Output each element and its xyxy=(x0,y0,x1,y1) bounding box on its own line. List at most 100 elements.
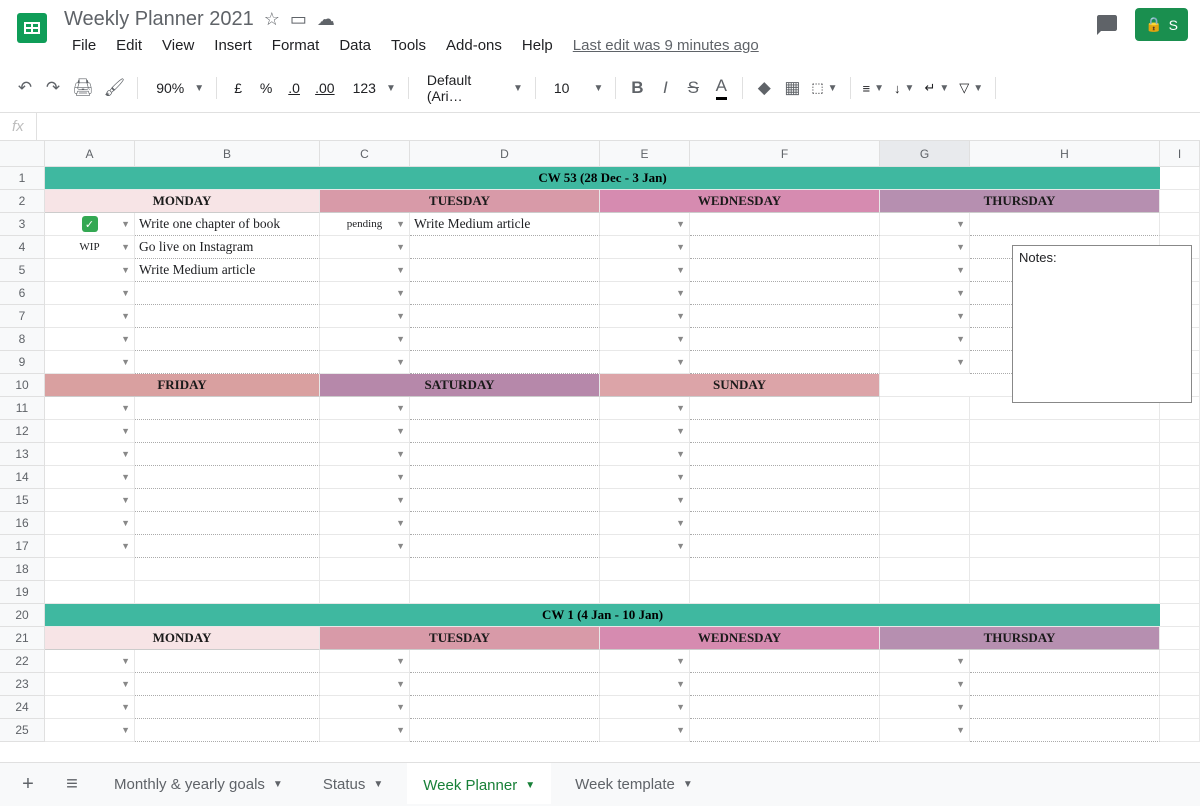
cell[interactable]: pending▼ xyxy=(320,213,410,236)
cell[interactable] xyxy=(970,650,1160,673)
cell[interactable] xyxy=(45,558,135,581)
cell[interactable]: ▼ xyxy=(600,328,690,351)
cell[interactable]: ▼ xyxy=(600,466,690,489)
cell[interactable]: ▼ xyxy=(600,443,690,466)
cell[interactable] xyxy=(600,581,690,604)
cell[interactable]: ▼ xyxy=(880,650,970,673)
cell[interactable] xyxy=(880,420,970,443)
cell[interactable] xyxy=(880,581,970,604)
row-header-21[interactable]: 21 xyxy=(0,627,44,650)
cell[interactable] xyxy=(135,489,320,512)
dropdown-icon[interactable]: ▼ xyxy=(396,219,405,229)
row-header-4[interactable]: 4 xyxy=(0,236,44,259)
dropdown-icon[interactable]: ▼ xyxy=(956,219,965,229)
cell[interactable]: MONDAY xyxy=(45,627,320,650)
cell[interactable]: ▼ xyxy=(45,535,135,558)
dropdown-icon[interactable]: ▼ xyxy=(676,311,685,321)
cell[interactable] xyxy=(970,466,1160,489)
cell[interactable]: ▼ xyxy=(45,443,135,466)
cell[interactable] xyxy=(410,719,600,742)
row-header-1[interactable]: 1 xyxy=(0,167,44,190)
dropdown-icon[interactable]: ▼ xyxy=(676,288,685,298)
dropdown-icon[interactable]: ▼ xyxy=(676,357,685,367)
dropdown-icon[interactable]: ▼ xyxy=(676,725,685,735)
cell[interactable]: ▼ xyxy=(880,305,970,328)
cell[interactable]: ▼ xyxy=(320,351,410,374)
col-header-G[interactable]: G xyxy=(880,141,970,166)
dropdown-icon[interactable]: ▼ xyxy=(956,656,965,666)
cell[interactable] xyxy=(410,236,600,259)
dropdown-icon[interactable]: ▼ xyxy=(676,449,685,459)
cell[interactable]: ▼ xyxy=(320,305,410,328)
cell[interactable]: ▼ xyxy=(880,719,970,742)
dropdown-icon[interactable]: ▼ xyxy=(956,725,965,735)
dropdown-icon[interactable]: ▼ xyxy=(956,679,965,689)
dropdown-icon[interactable]: ▼ xyxy=(121,357,130,367)
menu-view[interactable]: View xyxy=(154,33,202,58)
cell[interactable] xyxy=(135,305,320,328)
cell[interactable]: ▼ xyxy=(320,650,410,673)
dropdown-icon[interactable]: ▼ xyxy=(956,702,965,712)
menu-file[interactable]: File xyxy=(64,33,104,58)
dropdown-icon[interactable]: ▼ xyxy=(121,725,130,735)
cell[interactable]: ▼ xyxy=(45,512,135,535)
cell[interactable] xyxy=(135,351,320,374)
fill-color-button[interactable]: ◆ xyxy=(751,74,777,102)
cell[interactable] xyxy=(410,328,600,351)
row-header-22[interactable]: 22 xyxy=(0,650,44,673)
cell[interactable] xyxy=(690,397,880,420)
cell[interactable] xyxy=(690,558,880,581)
cell[interactable] xyxy=(690,535,880,558)
dropdown-icon[interactable]: ▼ xyxy=(676,541,685,551)
cell[interactable] xyxy=(880,466,970,489)
col-header-H[interactable]: H xyxy=(970,141,1160,166)
cell[interactable] xyxy=(410,489,600,512)
cell[interactable]: ▼ xyxy=(320,512,410,535)
percent-button[interactable]: % xyxy=(253,74,279,102)
cell[interactable]: Write Medium article xyxy=(410,213,600,236)
row-header-8[interactable]: 8 xyxy=(0,328,44,351)
row-header-9[interactable]: 9 xyxy=(0,351,44,374)
row-header-14[interactable]: 14 xyxy=(0,466,44,489)
cell[interactable] xyxy=(1160,443,1200,466)
cell[interactable]: ▼ xyxy=(320,282,410,305)
cell[interactable] xyxy=(1160,719,1200,742)
dropdown-icon[interactable]: ▼ xyxy=(121,403,130,413)
notes-box[interactable]: Notes: xyxy=(1012,245,1192,403)
cell[interactable] xyxy=(880,489,970,512)
row-header-23[interactable]: 23 xyxy=(0,673,44,696)
font-select[interactable]: Default (Ari…▼ xyxy=(417,72,527,104)
cell[interactable] xyxy=(970,673,1160,696)
cell[interactable]: ▼ xyxy=(320,466,410,489)
cell[interactable] xyxy=(690,236,880,259)
move-icon[interactable]: ▭ xyxy=(290,9,307,30)
cell[interactable]: ▼ xyxy=(880,236,970,259)
undo-icon[interactable]: ↶ xyxy=(12,74,38,102)
cell[interactable]: ▼ xyxy=(45,351,135,374)
share-button[interactable]: 🔒 S xyxy=(1135,8,1188,41)
cell[interactable]: Write one chapter of book xyxy=(135,213,320,236)
paint-format-icon[interactable]: 🖌 xyxy=(100,74,130,102)
row-header-7[interactable]: 7 xyxy=(0,305,44,328)
row-header-2[interactable]: 2 xyxy=(0,190,44,213)
cell[interactable] xyxy=(1160,213,1200,236)
cell[interactable] xyxy=(135,328,320,351)
cell[interactable] xyxy=(1160,650,1200,673)
dropdown-icon[interactable]: ▼ xyxy=(121,311,130,321)
cell[interactable]: WIP▼ xyxy=(45,236,135,259)
sheet-tab-week-planner[interactable]: Week Planner▼ xyxy=(407,765,551,804)
col-header-A[interactable]: A xyxy=(45,141,135,166)
cell[interactable] xyxy=(970,443,1160,466)
menu-data[interactable]: Data xyxy=(331,33,379,58)
cell[interactable] xyxy=(410,397,600,420)
row-header-20[interactable]: 20 xyxy=(0,604,44,627)
dropdown-icon[interactable]: ▼ xyxy=(121,288,130,298)
cell[interactable]: ▼ xyxy=(880,328,970,351)
cell[interactable] xyxy=(970,512,1160,535)
cell[interactable] xyxy=(690,719,880,742)
dropdown-icon[interactable]: ▼ xyxy=(121,702,130,712)
dropdown-icon[interactable]: ▼ xyxy=(121,219,130,229)
cell[interactable]: THURSDAY xyxy=(880,627,1160,650)
cell[interactable] xyxy=(1160,604,1200,627)
cell[interactable]: TUESDAY xyxy=(320,627,600,650)
